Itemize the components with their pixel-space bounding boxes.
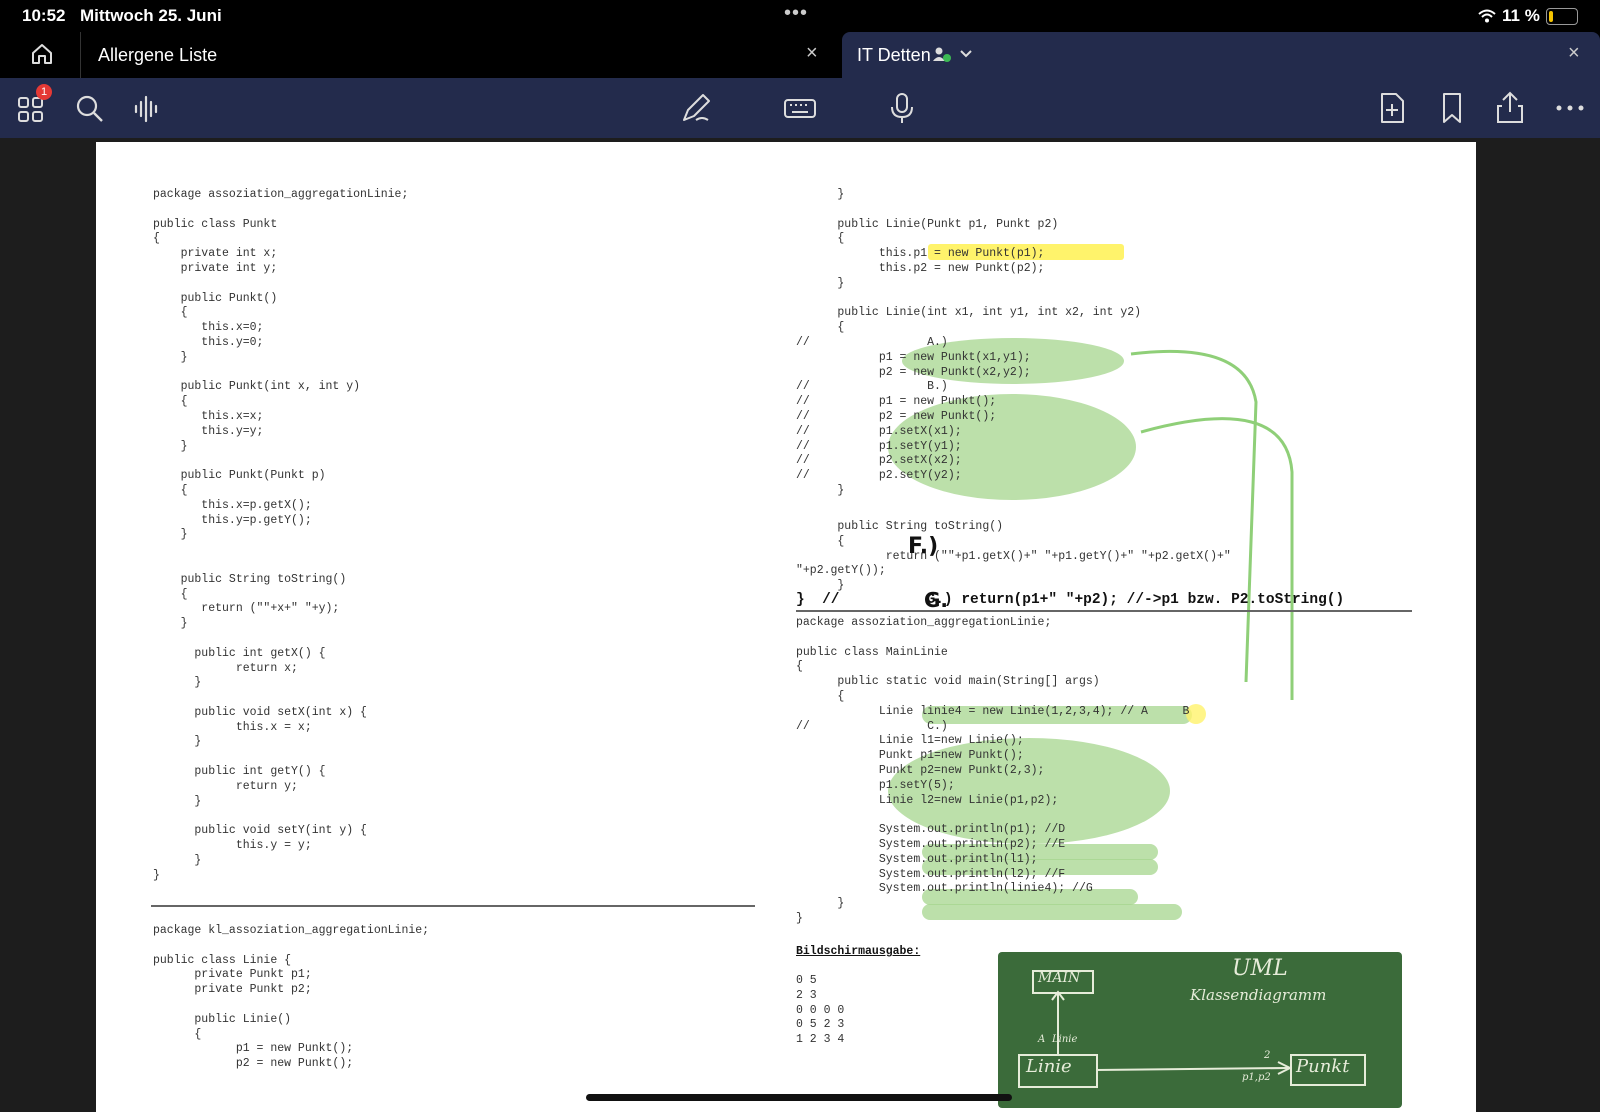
code-variant-G: } // G.) return(p1+" "+p2); //->p1 bzw. … bbox=[796, 592, 1345, 608]
document-page[interactable]: package assoziation_aggregationLinie; pu… bbox=[96, 142, 1476, 1112]
battery-percent: 11 % bbox=[1502, 6, 1540, 25]
handwritten-G: G. bbox=[924, 588, 949, 612]
board-two: 2 bbox=[1264, 1050, 1271, 1061]
board-punkt: Punkt bbox=[1296, 1056, 1350, 1077]
board-lines-label: Linie bbox=[1052, 1034, 1078, 1045]
board-linie: Linie bbox=[1026, 1056, 1072, 1077]
close-tab-icon[interactable]: × bbox=[806, 42, 818, 65]
home-indicator[interactable] bbox=[586, 1094, 1012, 1101]
search-icon[interactable] bbox=[70, 88, 110, 128]
battery-icon bbox=[1546, 8, 1578, 25]
add-page-icon[interactable] bbox=[1372, 88, 1412, 128]
code-mainlinie: package assoziation_aggregationLinie; pu… bbox=[796, 616, 1190, 925]
notification-badge: 1 bbox=[36, 84, 52, 100]
share-icon[interactable] bbox=[1490, 88, 1530, 128]
output-lines: 0 5 2 3 0 0 0 0 0 5 2 3 1 2 3 4 bbox=[796, 974, 845, 1047]
code-linie-constructors: } public Linie(Punkt p1, Punkt p2) { thi… bbox=[837, 188, 1142, 335]
code-tostring: public String toString() { return (""+p1… bbox=[796, 520, 1231, 593]
wifi-icon bbox=[1478, 9, 1496, 23]
shared-users-icon bbox=[933, 47, 951, 62]
output-label: Bildschirmausgabe: bbox=[796, 945, 921, 958]
pen-icon[interactable] bbox=[676, 88, 716, 128]
home-icon[interactable] bbox=[30, 42, 54, 66]
audio-icon[interactable] bbox=[130, 88, 170, 128]
multitasking-dots[interactable]: ••• bbox=[784, 2, 808, 25]
code-variant-A-B: // A.) p1 = new Punkt(x1,y1); p2 = new P… bbox=[796, 336, 1031, 497]
keyboard-icon[interactable] bbox=[780, 88, 820, 128]
tab-title: IT Detten bbox=[857, 45, 931, 65]
handwritten-F: F.) bbox=[908, 534, 939, 559]
status-bar: 10:52 Mittwoch 25. Juni ••• 11 % bbox=[0, 0, 1600, 32]
status-date: Mittwoch 25. Juni bbox=[80, 6, 222, 25]
bookmark-icon[interactable] bbox=[1432, 88, 1472, 128]
more-icon[interactable] bbox=[1550, 88, 1590, 128]
chevron-down-icon[interactable] bbox=[960, 50, 972, 58]
status-time: 10:52 bbox=[22, 6, 66, 25]
board-a: A bbox=[1038, 1034, 1046, 1045]
tab-title: Allergene Liste bbox=[98, 45, 218, 65]
uml-chalkboard-image: MAIN UML Klassendiagramm Linie A Linie P… bbox=[998, 952, 1402, 1108]
close-tab-icon[interactable]: × bbox=[1568, 42, 1580, 65]
tab-bar: Allergene Liste × IT Detten × bbox=[0, 32, 1600, 78]
board-p1p2: p1,p2 bbox=[1242, 1072, 1271, 1083]
toolbar: 1 bbox=[0, 78, 1600, 138]
separator-line bbox=[796, 610, 1412, 612]
tab-allergene-liste[interactable]: Allergene Liste × bbox=[80, 32, 840, 78]
microphone-icon[interactable] bbox=[882, 88, 922, 128]
tab-it-detten[interactable]: IT Detten × bbox=[842, 32, 1600, 78]
